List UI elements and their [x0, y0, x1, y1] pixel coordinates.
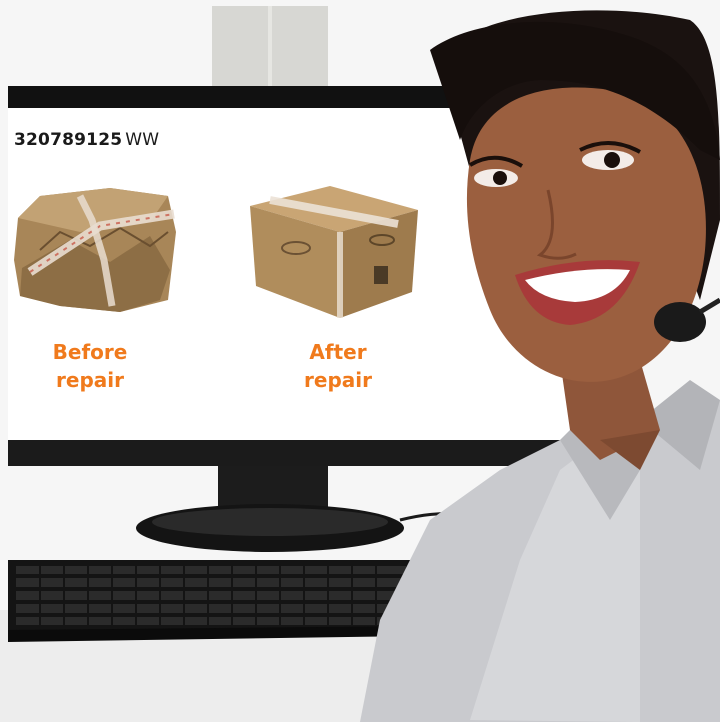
headset-icon: [654, 302, 706, 342]
tracking-number: 320789125 WW: [14, 130, 159, 150]
after-caption-line1: After: [309, 340, 367, 364]
tracking-number-suffix: WW: [125, 130, 160, 150]
keyboard: [8, 560, 420, 642]
before-caption-line2: repair: [56, 368, 124, 392]
tracking-number-digits: 320789125: [14, 130, 123, 150]
before-repair-caption: Before repair: [30, 338, 150, 394]
after-caption-line2: repair: [304, 368, 372, 392]
before-caption-line1: Before: [52, 340, 128, 364]
photo-scene: 320789125 WW Before repair After repair: [0, 0, 720, 722]
damaged-box-image: [14, 188, 176, 312]
after-repair-caption: After repair: [278, 338, 398, 394]
